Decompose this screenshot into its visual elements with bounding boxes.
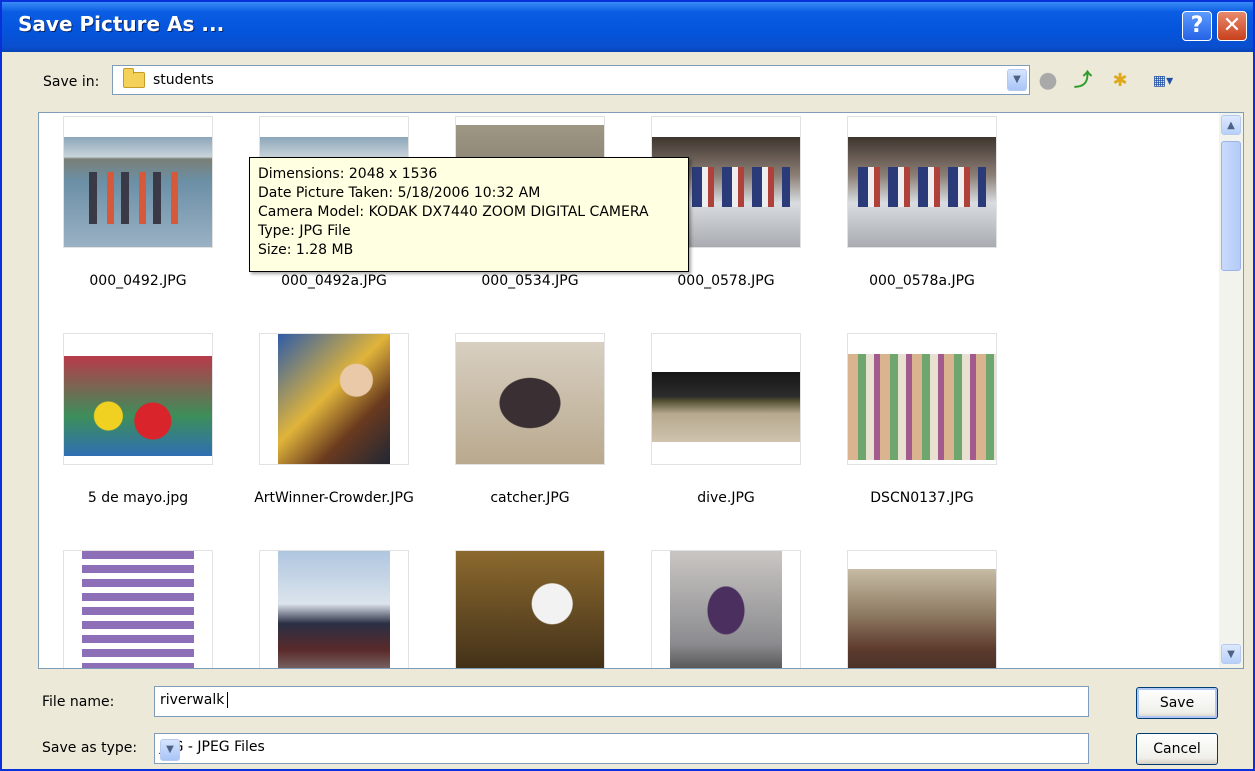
save-in-dropdown[interactable]: students ▼ [112, 65, 1030, 95]
thumbnail[interactable] [651, 550, 801, 668]
thumbnail[interactable] [63, 550, 213, 668]
back-icon[interactable]: ● [1035, 68, 1061, 94]
tooltip-dimensions: Dimensions: 2048 x 1536 [258, 166, 438, 182]
help-button[interactable]: ? [1182, 11, 1212, 41]
thumbnail[interactable] [455, 550, 605, 668]
file-info-tooltip: Dimensions: 2048 x 1536 Date Picture Tak… [249, 157, 689, 272]
file-name: 000_0492a.JPG [281, 273, 387, 289]
thumbnail[interactable] [259, 550, 409, 668]
thumbnail[interactable] [455, 333, 605, 465]
scroll-up-icon[interactable]: ▲ [1221, 115, 1241, 135]
file-name: 000_0534.JPG [481, 273, 579, 289]
thumbnail[interactable] [259, 333, 409, 465]
up-folder-icon[interactable]: ⤴ [1070, 68, 1096, 94]
file-name-value: riverwalk [160, 692, 225, 708]
close-button[interactable]: ✕ [1217, 11, 1247, 41]
file-name-label: File name: [42, 694, 115, 710]
thumbnail[interactable] [651, 333, 801, 465]
file-name: 000_0578a.JPG [869, 273, 975, 289]
tooltip-date-taken: Date Picture Taken: 5/18/2006 10:32 AM [258, 185, 541, 201]
file-name: 000_0578.JPG [677, 273, 775, 289]
file-name-input[interactable]: riverwalk [154, 686, 1089, 717]
scroll-thumb[interactable] [1221, 141, 1241, 271]
text-caret [227, 692, 228, 708]
title-bar[interactable]: Save Picture As ... ? ✕ [2, 2, 1253, 52]
file-name: DSCN0137.JPG [870, 490, 974, 506]
thumbnail[interactable] [847, 550, 997, 668]
thumbnail[interactable] [63, 333, 213, 465]
save-picture-dialog: Save Picture As ... ? ✕ Save in: student… [0, 0, 1255, 771]
file-name: 5 de mayo.jpg [87, 490, 189, 506]
tooltip-camera-model: Camera Model: KODAK DX7440 ZOOM DIGITAL … [258, 204, 649, 220]
thumbnail[interactable] [63, 116, 213, 248]
save-as-type-dropdown[interactable]: JPG - JPEG Files ▼ [154, 733, 1089, 764]
save-in-value: students [153, 72, 214, 88]
vertical-scrollbar[interactable]: ▲ ▼ [1219, 113, 1243, 668]
file-name: catcher.JPG [490, 490, 570, 506]
tooltip-type: Type: JPG File [258, 223, 351, 239]
thumbnail[interactable] [847, 333, 997, 465]
tooltip-size: Size: 1.28 MB [258, 242, 354, 258]
dialog-title: Save Picture As ... [18, 12, 225, 36]
file-name: 000_0492.JPG [89, 273, 187, 289]
scroll-down-icon[interactable]: ▼ [1221, 644, 1241, 664]
chevron-down-icon[interactable]: ▼ [1007, 69, 1027, 91]
file-name: ArtWinner-Crowder.JPG [254, 490, 414, 506]
folder-icon [123, 68, 145, 88]
views-menu-icon[interactable]: ▦▾ [1145, 68, 1181, 94]
file-name: dive.JPG [697, 490, 755, 506]
new-folder-icon[interactable]: ✱ [1107, 68, 1133, 94]
cancel-button[interactable]: Cancel [1136, 733, 1218, 765]
save-as-type-label: Save as type: [42, 740, 138, 756]
chevron-down-icon[interactable]: ▼ [160, 739, 180, 761]
save-button[interactable]: Save [1136, 687, 1218, 719]
save-in-label: Save in: [43, 74, 100, 90]
thumbnail[interactable] [847, 116, 997, 248]
